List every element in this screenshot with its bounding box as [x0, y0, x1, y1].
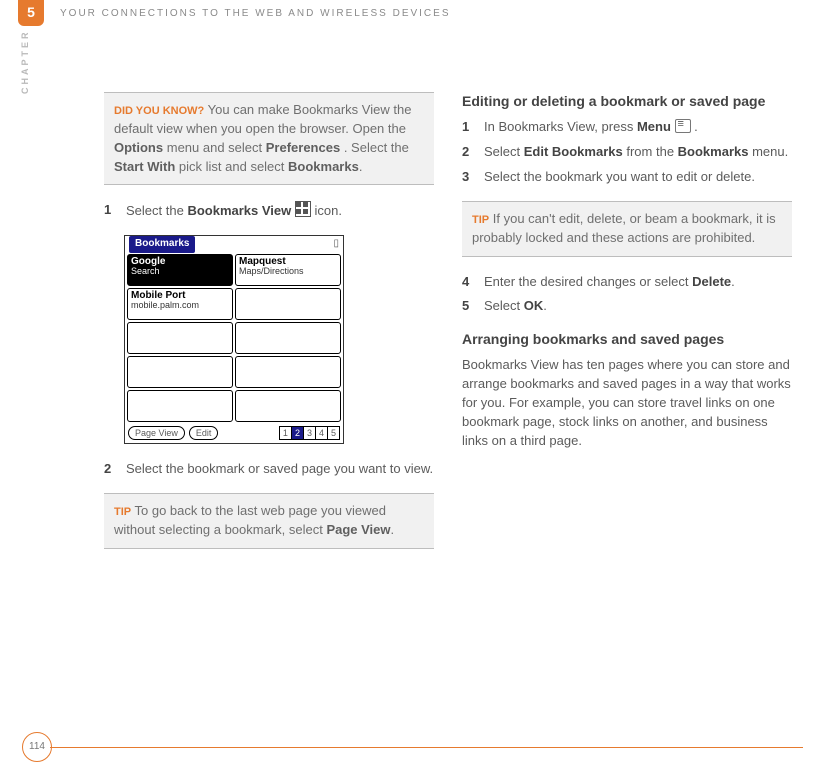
callout-text: If you can't edit, delete, or beam a boo… [472, 211, 776, 245]
step-text: icon. [314, 203, 341, 218]
page-number: 114 [22, 732, 52, 762]
step-text: In Bookmarks View, press [484, 119, 637, 134]
tip-callout: TIP If you can't edit, delete, or beam a… [462, 201, 792, 257]
callout-text-2: menu and select [167, 140, 266, 155]
step-text: menu. [752, 144, 788, 159]
bookmark-cell [235, 288, 341, 320]
did-you-know-callout: DID YOU KNOW? You can make Bookmarks Vie… [104, 92, 434, 185]
callout-tag: TIP [114, 506, 131, 518]
subhead-editing: Editing or deleting a bookmark or saved … [462, 92, 792, 110]
step-text: Select the bookmark you want to edit or … [484, 168, 755, 187]
step-number: 2 [104, 460, 126, 479]
bookmarks-view-icon [295, 201, 311, 217]
running-head: YOUR CONNECTIONS TO THE WEB AND WIRELESS… [60, 8, 451, 19]
footer-rule [50, 747, 803, 748]
step-number: 5 [462, 297, 484, 316]
step-text: from the [626, 144, 677, 159]
right-steps: 1 In Bookmarks View, press Menu . 2 Sele… [462, 118, 792, 187]
device-pager: 1 2 3 4 5 [279, 426, 340, 440]
page: 5 CHAPTER YOUR CONNECTIONS TO THE WEB AN… [0, 0, 825, 782]
bookmark-cell [235, 322, 341, 354]
bookmark-cell: Mapquest Maps/Directions [235, 254, 341, 286]
step-text: Select [484, 144, 524, 159]
list-item: 3 Select the bookmark you want to edit o… [462, 168, 792, 187]
subhead-arranging: Arranging bookmarks and saved pages [462, 330, 792, 348]
left-column: DID YOU KNOW? You can make Bookmarks Vie… [104, 92, 434, 565]
callout-text-3: . Select the [344, 140, 409, 155]
device-button-edit: Edit [189, 426, 219, 440]
content-columns: DID YOU KNOW? You can make Bookmarks Vie… [104, 92, 794, 565]
device-button-pageview: Page View [128, 426, 185, 440]
device-footer: Page View Edit 1 2 3 4 5 [125, 424, 343, 443]
callout-bold-1: Options [114, 140, 163, 155]
chapter-number-badge: 5 [18, 0, 44, 26]
menu-icon [675, 119, 691, 133]
list-item: 1 In Bookmarks View, press Menu . [462, 118, 792, 137]
callout-tag: DID YOU KNOW? [114, 105, 204, 117]
bookmark-cell: Google Search [127, 254, 233, 286]
list-item: 2 Select the bookmark or saved page you … [104, 460, 434, 479]
device-frame: Bookmarks ▯ Google Search Mapquest Maps/… [124, 235, 344, 444]
step-bold: Menu [637, 119, 675, 134]
callout-bold-2: Preferences [266, 140, 340, 155]
bookmark-cell [127, 356, 233, 388]
step-text: Select the [126, 203, 187, 218]
callout-tag: TIP [472, 214, 489, 226]
list-item: 4 Enter the desired changes or select De… [462, 273, 792, 292]
step-number: 1 [462, 118, 484, 137]
step-bold: Delete [692, 274, 731, 289]
step-number: 1 [104, 201, 126, 221]
device-bookmark-grid: Google Search Mapquest Maps/Directions M… [125, 252, 343, 424]
left-steps-2: 2 Select the bookmark or saved page you … [104, 460, 434, 479]
bookmark-cell: Mobile Port mobile.palm.com [127, 288, 233, 320]
list-item: 5 Select OK. [462, 297, 792, 316]
left-steps: 1 Select the Bookmarks View icon. [104, 201, 434, 221]
callout-bold: Page View [326, 522, 390, 537]
callout-text-4: pick list and select [179, 159, 288, 174]
step-bold: Bookmarks [678, 144, 749, 159]
callout-bold-4: Bookmarks [288, 159, 359, 174]
step-number: 4 [462, 273, 484, 292]
callout-bold-3: Start With [114, 159, 175, 174]
right-column: Editing or deleting a bookmark or saved … [462, 92, 792, 565]
step-bold: OK [524, 298, 544, 313]
step-number: 2 [462, 143, 484, 162]
right-steps-2: 4 Enter the desired changes or select De… [462, 273, 792, 317]
step-number: 3 [462, 168, 484, 187]
device-screenshot: Bookmarks ▯ Google Search Mapquest Maps/… [124, 235, 342, 444]
device-title: Bookmarks [129, 236, 195, 253]
tip-callout: TIP To go back to the last web page you … [104, 493, 434, 549]
list-item: 1 Select the Bookmarks View icon. [104, 201, 434, 221]
bookmark-cell [127, 322, 233, 354]
battery-icon: ▯ [333, 237, 339, 252]
bookmark-cell [235, 356, 341, 388]
device-titlebar: Bookmarks ▯ [125, 236, 343, 252]
step-text: Select [484, 298, 524, 313]
list-item: 2 Select Edit Bookmarks from the Bookmar… [462, 143, 792, 162]
step-text: Enter the desired changes or select [484, 274, 692, 289]
step-bold: Edit Bookmarks [524, 144, 623, 159]
body-paragraph: Bookmarks View has ten pages where you c… [462, 356, 792, 450]
bookmark-cell [235, 390, 341, 422]
step-text: Select the bookmark or saved page you wa… [126, 460, 433, 479]
chapter-label: CHAPTER [20, 29, 30, 94]
step-bold: Bookmarks View [187, 203, 294, 218]
bookmark-cell [127, 390, 233, 422]
